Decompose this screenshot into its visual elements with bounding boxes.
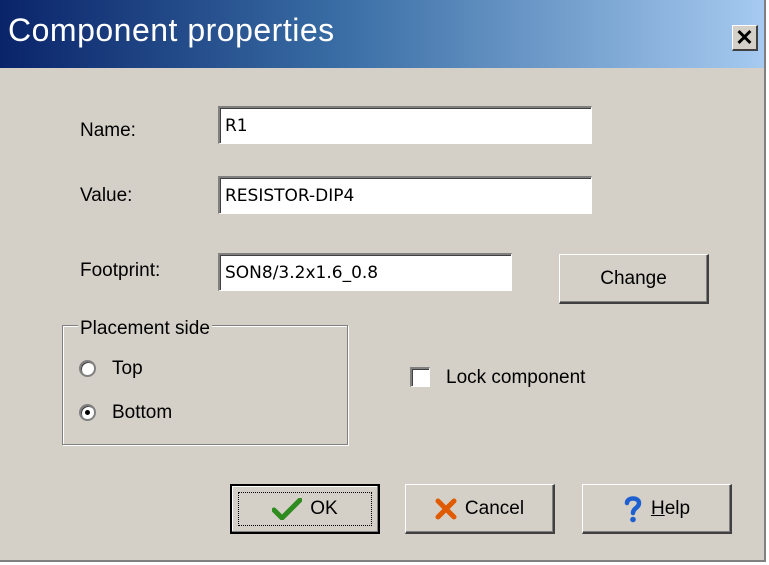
help-label: Help [651, 498, 690, 520]
close-button[interactable]: ✕ [732, 25, 758, 51]
close-icon: ✕ [735, 25, 754, 50]
cancel-label: Cancel [464, 497, 525, 519]
value-field[interactable]: RESISTOR-DIP4 [218, 176, 592, 214]
help-label-rest: elp [664, 497, 691, 519]
change-button[interactable]: Change [559, 254, 709, 304]
question-mark-icon [624, 495, 642, 522]
ok-button[interactable]: OK [230, 484, 380, 534]
value-label: Value: [80, 185, 133, 206]
title-bar[interactable]: Component properties ✕ [0, 0, 764, 68]
cross-icon [435, 498, 457, 519]
cancel-button[interactable]: Cancel [405, 484, 555, 534]
radio-bottom-label[interactable]: Bottom [112, 402, 172, 424]
help-button[interactable]: Help [582, 484, 732, 534]
radio-top[interactable] [79, 360, 96, 377]
help-mnemonic: H [650, 497, 665, 519]
footprint-label: Footprint: [80, 260, 161, 281]
component-properties-dialog: Component properties ✕ Name: R1 Value: R… [0, 0, 766, 562]
placement-side-group [62, 325, 348, 445]
dialog-title: Component properties [8, 12, 335, 48]
radio-top-label[interactable]: Top [112, 358, 143, 380]
lock-component-label[interactable]: Lock component [446, 367, 585, 389]
lock-component-checkbox[interactable] [410, 367, 430, 387]
focus-indicator [238, 492, 372, 526]
name-label: Name: [80, 120, 136, 141]
radio-bottom[interactable] [79, 404, 96, 421]
radio-selected-dot [85, 410, 90, 415]
placement-side-label: Placement side [78, 318, 212, 340]
name-field[interactable]: R1 [218, 106, 592, 144]
footprint-field[interactable]: SON8/3.2x1.6_0.8 [218, 253, 512, 291]
